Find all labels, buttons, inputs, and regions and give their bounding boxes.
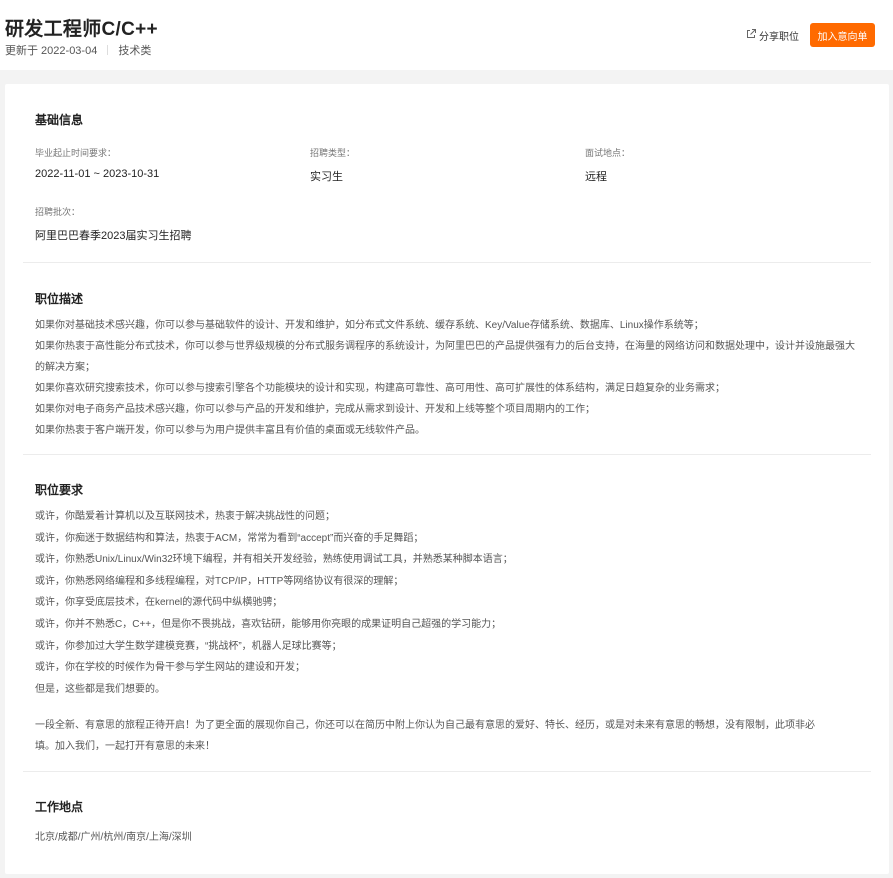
field-value: 远程: [585, 171, 607, 183]
job-category: 技术类: [118, 45, 152, 57]
recruit-batch-field: 招聘批次： 阿里巴巴春季2023届实习生招聘: [35, 205, 859, 243]
work-location-cities: 北京/成都/广州/杭州/南京/上海/深圳: [35, 832, 192, 843]
field-label: 面试地点：: [585, 148, 631, 158]
graduation-field: 毕业起止时间要求： 2022-11-01 ~ 2023-10-31: [35, 146, 310, 184]
requirement-item: 或许，你在学校的时候作为骨干参与学生网站的建设和开发；: [35, 662, 305, 674]
requirement-item: 或许，你参加过大学生数学建模竞赛，“挑战杯”，机器人足球比赛等；: [35, 640, 342, 652]
requirement-item: 或许，你并不熟悉C，C++，但是你不畏挑战，喜欢钻研，能够用你亮眼的成果证明自己…: [35, 618, 502, 630]
job-description-section: 职位描述 如果你对基础技术感兴趣，你可以参与基础软件的设计、开发和维护，如分布式…: [23, 263, 871, 454]
section-title: 工作地点: [35, 800, 84, 814]
closing-line: 填。加入我们，一起打开有意思的未来！: [35, 741, 215, 753]
description-paragraph: 如果你对基础技术感兴趣，你可以参与基础软件的设计、开发和维护，如分布式文件系统、…: [35, 320, 704, 331]
share-label: 分享职位: [759, 32, 799, 43]
description-paragraph: 如果你热衷于客户端开发，你可以参与为用户提供丰富且有价值的桌面或无线软件产品。: [35, 425, 425, 436]
work-location-section: 工作地点 北京/成都/广州/杭州/南京/上海/深圳: [23, 772, 871, 843]
section-title: 职位要求: [35, 483, 84, 497]
requirement-item: 或许，你酷爱着计算机以及互联网技术，热衷于解决挑战性的问题；: [35, 511, 335, 522]
requirements-list: 或许，你酷爱着计算机以及互联网技术，热衷于解决挑战性的问题； 或许，你痴迷于数据…: [35, 506, 859, 700]
closing-line: 一段全新、有意思的旅程正待开启！为了更全面的展现你自己，你还可以在简历中附上你认…: [35, 720, 815, 732]
requirement-item: 或许，你痴迷于数据结构和算法，热衷于ACM，常常为看到“accept”而兴奋的手…: [35, 532, 424, 544]
section-title: 基础信息: [35, 113, 84, 127]
description-paragraph: 如果你热衷于高性能分布式技术，你可以参与世界级规模的分布式服务调程序的系统设计，…: [35, 341, 855, 373]
interview-location-field: 面试地点： 远程: [585, 146, 860, 184]
job-header: 研发工程师C/C++ 更新于 2022-03-04 技术类 分享职位 加入意向单: [0, 0, 893, 70]
closing-note: 一段全新、有意思的旅程正待开启！为了更全面的展现你自己，你还可以在简历中附上你认…: [35, 715, 859, 757]
updated-date: 更新于 2022-03-04: [5, 45, 98, 57]
job-title: 研发工程师C/C++: [5, 19, 158, 40]
field-label: 毕业起止时间要求：: [35, 148, 117, 158]
requirement-item: 或许，你熟悉网络编程和多线程编程，对TCP/IP，HTTP等网络协议有很深的理解…: [35, 575, 404, 587]
job-detail-card: 基础信息 毕业起止时间要求： 2022-11-01 ~ 2023-10-31 招…: [5, 84, 889, 874]
field-label: 招聘批次：: [35, 207, 81, 217]
requirement-item: 或许，你享受底层技术，在kernel的源代码中纵横驰骋；: [35, 597, 283, 609]
section-title: 职位描述: [35, 292, 84, 306]
description-paragraph: 如果你喜欢研究搜索技术，你可以参与搜索引擎各个功能模块的设计和实现，构建高可靠性…: [35, 383, 725, 394]
requirement-item: 或许，你熟悉Unix/Linux/Win32环境下编程，并有相关开发经验，熟练使…: [35, 554, 513, 566]
basic-info-section: 基础信息 毕业起止时间要求： 2022-11-01 ~ 2023-10-31 招…: [23, 84, 871, 262]
field-value: 实习生: [310, 171, 343, 183]
recruit-type-field: 招聘类型： 实习生: [310, 146, 585, 184]
job-meta: 更新于 2022-03-04 技术类: [5, 42, 151, 58]
meta-divider: [107, 45, 109, 55]
job-requirements-section: 职位要求 或许，你酷爱着计算机以及互联网技术，热衷于解决挑战性的问题； 或许，你…: [23, 455, 871, 771]
requirement-item: 但是，这些都是我们想要的。: [35, 683, 165, 695]
share-job-link[interactable]: 分享职位: [745, 28, 799, 43]
add-to-wishlist-button[interactable]: 加入意向单: [810, 23, 875, 47]
field-value: 阿里巴巴春季2023届实习生招聘: [35, 230, 192, 242]
description-list: 如果你对基础技术感兴趣，你可以参与基础软件的设计、开发和维护，如分布式文件系统、…: [35, 315, 859, 441]
basic-info-grid: 毕业起止时间要求： 2022-11-01 ~ 2023-10-31 招聘类型： …: [35, 146, 859, 184]
field-value: 2022-11-01 ~ 2023-10-31: [35, 168, 160, 180]
description-paragraph: 如果你对电子商务产品技术感兴趣，你可以参与产品的开发和维护，完成从需求到设计、开…: [35, 404, 595, 415]
share-icon: [745, 28, 757, 43]
field-label: 招聘类型：: [310, 148, 356, 158]
